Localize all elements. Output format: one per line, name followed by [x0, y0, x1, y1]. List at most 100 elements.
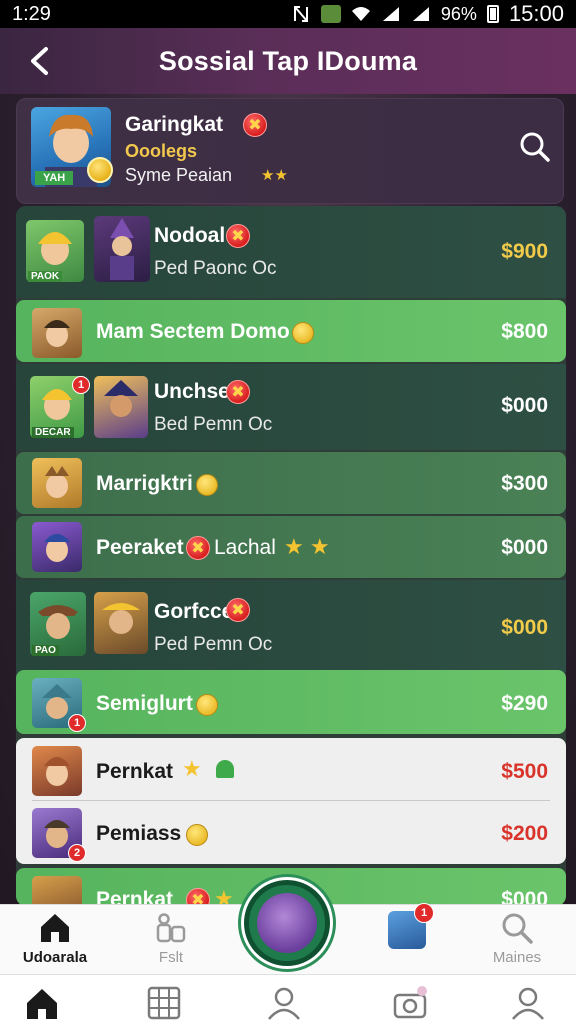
coin-icon	[87, 157, 113, 183]
center-avatar-icon	[257, 893, 317, 953]
avatar-tag: DECAR	[32, 427, 74, 438]
item-price: $000	[501, 536, 548, 559]
nav-search[interactable]: Maines	[462, 905, 572, 975]
item-price: $290	[501, 692, 548, 715]
star-rating-icon: ★★	[261, 167, 288, 184]
avatar	[32, 458, 82, 508]
home-icon	[41, 914, 69, 942]
app-header: Sossial Tap IDouma	[0, 28, 576, 94]
close-badge-icon: ✖	[226, 224, 250, 248]
avatar	[94, 592, 148, 654]
smiley-icon	[196, 474, 218, 496]
list-item[interactable]: Peeraket ✖ Lachal ★ ★ $000	[16, 516, 566, 578]
nav-label: Fslt	[158, 949, 184, 966]
list-item[interactable]: 2 Pemiass $200	[16, 802, 566, 864]
profile-card[interactable]: YAH Garingkat ✖ Ooolegs Syme Peaian ★★	[16, 98, 564, 204]
item-price: $000	[501, 616, 548, 639]
item-name: Nodoal	[154, 224, 226, 247]
wizard-icon	[104, 380, 138, 417]
notification-badge: 1	[72, 376, 90, 394]
close-badge-icon: ✖	[186, 536, 210, 560]
search-button[interactable]	[519, 131, 551, 163]
favorites-card: Pernkat ★ $500 2 Pemiass $200	[16, 738, 566, 864]
character-icon	[102, 603, 140, 634]
item-price: $000	[501, 394, 548, 417]
profile-name: Garingkat	[125, 113, 224, 136]
item-price: $500	[501, 760, 548, 783]
mushroom-icon	[216, 760, 234, 778]
item-price: $200	[501, 822, 548, 845]
item-name: Gorfcce	[154, 600, 234, 623]
avatar: PAOK	[26, 220, 84, 282]
item-name: Peeraket	[96, 536, 184, 559]
item-subtitle: Ped Paonc Oc	[154, 258, 277, 279]
item-price: $300	[501, 472, 548, 495]
list-item[interactable]: Pernkat ★ $500	[16, 738, 566, 800]
close-badge-icon: ✖	[226, 598, 250, 622]
profile-icon[interactable]	[510, 985, 546, 1021]
item-name: Pemiass	[96, 822, 182, 845]
signal-icon-2	[411, 5, 431, 23]
divider	[32, 800, 550, 801]
item-name: Unchse	[154, 380, 230, 403]
list-item[interactable]: DECAR 1 Unchse ✖ Bed Pemn Oc $000	[16, 364, 566, 450]
item-name: Pernkat	[96, 760, 174, 783]
smiley-icon	[196, 694, 218, 716]
notification-badge: 1	[68, 714, 86, 732]
user-icon[interactable]	[266, 985, 302, 1021]
wizard-icon	[110, 218, 134, 280]
back-button[interactable]	[22, 44, 56, 78]
star-rating-icon: ★ ★	[284, 534, 330, 559]
camera-icon[interactable]	[392, 985, 428, 1021]
nav-label: Udoarala	[22, 949, 88, 966]
status-bar: 1:29 96% 15:00	[0, 0, 576, 28]
smiley-icon	[186, 824, 208, 846]
avatar	[32, 522, 82, 572]
item-name-secondary: Lachal	[214, 536, 276, 559]
home-icon[interactable]	[24, 985, 60, 1021]
list-item[interactable]: 1 Semiglurt $290	[16, 670, 566, 734]
avatar	[94, 376, 148, 438]
people-icon	[156, 913, 186, 943]
list-item[interactable]: Marrigktri $300	[16, 452, 566, 514]
close-badge-icon: ✖	[243, 113, 267, 137]
character-icon	[44, 320, 70, 347]
system-navigation-bar	[0, 974, 576, 1024]
star-icon: ★	[182, 756, 202, 781]
list-item[interactable]: PAO Gorfcce ✖ Ped Pemn Oc $000	[16, 580, 566, 672]
notification-badge: 1	[414, 903, 434, 923]
avatar: DECAR 1	[30, 376, 90, 438]
avatar-tag: PAOK	[28, 271, 63, 282]
avatar-tag: YAH	[35, 171, 74, 185]
avatar	[32, 876, 82, 906]
avatar: PAO	[30, 592, 86, 656]
signal-icon	[381, 5, 401, 23]
avatar	[94, 216, 150, 282]
battery-icon	[486, 5, 499, 23]
avatar-tag: PAO	[32, 645, 59, 656]
grid-icon[interactable]	[146, 985, 182, 1021]
center-profile-button[interactable]	[244, 880, 330, 966]
nav-friends[interactable]: Fslt	[116, 905, 226, 975]
avatar	[32, 746, 82, 796]
character-icon	[44, 757, 70, 786]
profile-description: Syme Peaian	[125, 165, 233, 185]
item-subtitle: Bed Pemn Oc	[154, 414, 273, 435]
lock-emoji-icon	[292, 322, 314, 344]
profile-thumbnail-icon: 1	[388, 903, 434, 949]
list-item[interactable]: PAOK Nodoal ✖ Ped Paonc Oc $900	[16, 206, 566, 298]
nav-home[interactable]: Udoarala	[0, 905, 110, 975]
item-name: Marrigktri	[96, 472, 193, 495]
wifi-icon	[351, 5, 371, 23]
contact-list[interactable]: PAOK Nodoal ✖ Ped Paonc Oc $900 Mam Sect…	[16, 206, 566, 906]
list-item[interactable]: Mam Sectem Domo $800	[16, 300, 566, 362]
character-icon	[44, 534, 70, 562]
app-notification-icon	[320, 5, 341, 23]
avatar	[32, 308, 82, 358]
profile-subtitle: Ooolegs	[125, 141, 198, 161]
page-title: Sossial Tap IDouma	[158, 45, 418, 76]
nfc-icon	[291, 5, 311, 23]
avatar: 2	[32, 808, 86, 862]
status-time-left: 1:29	[12, 2, 51, 25]
nav-notifications[interactable]: 1	[352, 903, 462, 975]
